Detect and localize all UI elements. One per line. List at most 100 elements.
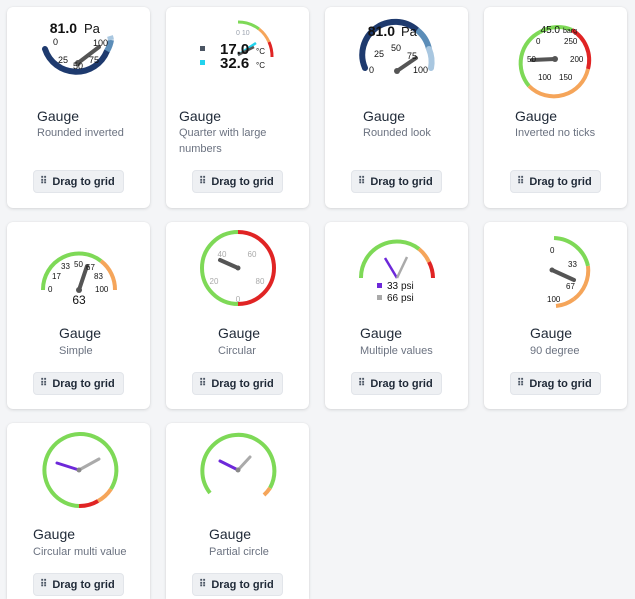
drag-to-grid-button[interactable]: ⠿ Drag to grid	[33, 372, 124, 395]
tick-label: 0	[53, 37, 58, 47]
gauge-unit: Pa	[401, 24, 418, 39]
tick-label: 0	[236, 295, 241, 304]
value-1: 33	[387, 281, 399, 292]
card-subtitle: Simple	[59, 345, 93, 357]
gauge-preview: 33 psi 66 psi	[325, 222, 468, 322]
gauge-card-90-degree[interactable]: 0 33 67 100 Gauge 90 degree ⠿ Drag to gr…	[484, 222, 627, 409]
card-title: Gauge	[209, 526, 252, 542]
tick-label: 100	[547, 295, 561, 304]
tick-label: 100	[93, 38, 108, 48]
drag-handle-icon: ⠿	[199, 176, 206, 187]
drag-label: Drag to grid	[52, 175, 115, 188]
tick-label: 200	[570, 55, 584, 64]
drag-handle-icon: ⠿	[40, 579, 47, 590]
card-subtitle: Partial circle	[209, 546, 269, 558]
tick-label: 25	[58, 55, 68, 65]
drag-to-grid-button[interactable]: ⠿ Drag to grid	[351, 372, 442, 395]
gauge-card-inverted-no-ticks[interactable]: 45.0 barg 0 50 100 150 200 250 Gauge Inv…	[484, 7, 627, 208]
card-title: Gauge	[360, 325, 403, 341]
gauge-card-simple[interactable]: 0 17 33 50 67 83 100 63 Gauge Simple ⠿ D…	[7, 222, 150, 409]
tick-label: 75	[89, 55, 99, 65]
tick-label: 83	[94, 272, 103, 281]
gauge-preview: 0 20 40 60 80	[166, 222, 309, 322]
tick-label: 67	[566, 282, 575, 291]
drag-label: Drag to grid	[529, 175, 592, 188]
drag-handle-icon: ⠿	[358, 176, 365, 187]
gauge-preview: 81.0 Pa 0 25 50 75 100	[7, 7, 150, 107]
drag-to-grid-button[interactable]: ⠿ Drag to grid	[33, 170, 124, 193]
tick-label: 75	[407, 51, 417, 61]
tick-label: 150	[559, 73, 573, 82]
gauge-preview	[7, 423, 150, 523]
gauge-preview: 45.0 barg 0 50 100 150 200 250	[484, 7, 627, 107]
gauge-card-circular[interactable]: 0 20 40 60 80 Gauge Circular ⠿ Drag to g…	[166, 222, 309, 409]
card-title: Gauge	[179, 108, 222, 124]
drag-label: Drag to grid	[211, 578, 274, 591]
gauge-preview: 0 17 33 50 67 83 100 63	[7, 222, 150, 322]
gauge-card-rounded-inverted[interactable]: 81.0 Pa 0 25 50 75 100 Gauge Rounded inv…	[7, 7, 150, 208]
tick-label: 50	[391, 43, 401, 53]
drag-label: Drag to grid	[52, 377, 115, 390]
drag-handle-icon: ⠿	[517, 176, 524, 187]
tick-label: 0	[369, 65, 374, 75]
gauge-unit: Pa	[84, 21, 101, 36]
drag-label: Drag to grid	[211, 377, 274, 390]
gauge-value-2: 32.6	[220, 55, 249, 72]
tick-label: 0	[536, 37, 541, 46]
value-2: 66	[387, 293, 399, 304]
gauge-card-partial-circle[interactable]: Gauge Partial circle ⠿ Drag to grid	[166, 423, 309, 599]
card-subtitle: Multiple values	[360, 345, 433, 357]
drag-handle-icon: ⠿	[199, 579, 206, 590]
tick-label: 33	[568, 260, 577, 269]
gauge-card-circular-multi-value[interactable]: Gauge Circular multi value ⠿ Drag to gri…	[7, 423, 150, 599]
tick-label: 33	[61, 262, 70, 271]
gauge-card-rounded-look[interactable]: 81.0 Pa 0 25 50 75 100 Gauge Rounded loo…	[325, 7, 468, 208]
gauge-unit-2: °C	[256, 61, 265, 70]
tick-label: 0	[48, 285, 53, 294]
tick-label: 250	[564, 37, 578, 46]
drag-to-grid-button[interactable]: ⠿ Drag to grid	[33, 573, 124, 596]
card-subtitle: 90 degree	[530, 345, 580, 357]
gauge-preview: 81.0 Pa 0 25 50 75 100	[325, 7, 468, 107]
gauge-preview: 0 10 17.0 °C 32.6 °C	[166, 7, 309, 107]
tick-label: 100	[95, 285, 109, 294]
drag-to-grid-button[interactable]: ⠿ Drag to grid	[510, 170, 601, 193]
card-title: Gauge	[363, 108, 406, 124]
card-subtitle: Rounded inverted	[37, 127, 124, 139]
card-title: Gauge	[33, 526, 76, 542]
tick-label: 50	[73, 61, 83, 71]
drag-handle-icon: ⠿	[517, 378, 524, 389]
gauge-preview	[166, 423, 309, 523]
unit-2: psi	[401, 293, 414, 304]
drag-to-grid-button[interactable]: ⠿ Drag to grid	[192, 372, 283, 395]
card-subtitle: Inverted no ticks	[515, 127, 596, 139]
card-title: Gauge	[218, 325, 261, 341]
drag-to-grid-button[interactable]: ⠿ Drag to grid	[510, 372, 601, 395]
gauge-unit: barg	[563, 28, 577, 35]
drag-label: Drag to grid	[211, 175, 274, 188]
gauge-card-multiple-values[interactable]: 33 psi 66 psi Gauge Multiple values ⠿ Dr…	[325, 222, 468, 409]
tick-label: 20	[210, 277, 219, 286]
gauge-card-quarter-large-numbers[interactable]: 0 10 17.0 °C 32.6 °C Gauge Quarter with …	[166, 7, 309, 208]
drag-to-grid-button[interactable]: ⠿ Drag to grid	[192, 573, 283, 596]
tick-label: 100	[538, 73, 552, 82]
gauge-value: 81.0	[368, 23, 395, 39]
gauge-value: 81.0	[50, 20, 77, 36]
svg-text:0 10: 0 10	[236, 30, 250, 37]
gauge-unit-1: °C	[256, 47, 265, 56]
tick-label: 0	[550, 246, 555, 255]
card-subtitle: Rounded look	[363, 127, 431, 139]
drag-label: Drag to grid	[370, 175, 433, 188]
card-title: Gauge	[530, 325, 573, 341]
tick-label: 40	[218, 250, 227, 259]
unit-1: psi	[401, 281, 414, 292]
drag-to-grid-button[interactable]: ⠿ Drag to grid	[351, 170, 442, 193]
card-title: Gauge	[515, 108, 558, 124]
drag-handle-icon: ⠿	[199, 378, 206, 389]
drag-label: Drag to grid	[52, 578, 115, 591]
card-subtitle: Circular multi value	[33, 546, 127, 558]
tick-label: 60	[248, 250, 257, 259]
gauge-preview: 0 33 67 100	[484, 222, 627, 322]
drag-label: Drag to grid	[529, 377, 592, 390]
drag-to-grid-button[interactable]: ⠿ Drag to grid	[192, 170, 283, 193]
